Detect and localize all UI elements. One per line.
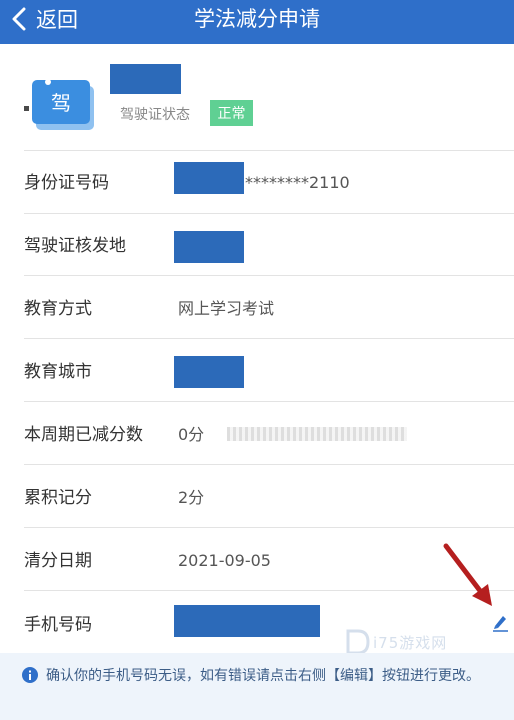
watermark-logo-icon [346, 629, 370, 655]
accumulated-points-label: 累积记分 [24, 488, 92, 508]
license-icon-char: 驾 [51, 91, 71, 115]
education-method-label: 教育方式 [24, 299, 92, 319]
license-profile: 驾 驾驶证状态 正常 [0, 44, 514, 150]
accumulated-points-value: 2分 [178, 488, 205, 507]
points-reduced-label: 本周期已减分数 [24, 425, 143, 445]
license-issuer-redaction [174, 231, 244, 263]
red-arrow-annotation [443, 543, 492, 606]
license-status-label: 驾驶证状态 [120, 107, 190, 123]
clearing-date-value: 2021-09-05 [178, 551, 271, 570]
divider [24, 275, 514, 276]
watermark-text: i75游戏网 [373, 634, 448, 652]
divider [24, 401, 514, 402]
id-number-value: ********2110 [245, 173, 350, 192]
education-city-label: 教育城市 [24, 362, 92, 382]
info-icon [22, 667, 38, 683]
license-issuer-label: 驾驶证核发地 [24, 236, 126, 256]
points-reduced-value: 0分 [178, 425, 205, 444]
phone-number-redaction [174, 605, 320, 637]
status-badge: 正常 [210, 100, 253, 126]
id-number-label: 身份证号码 [24, 173, 109, 193]
page-title: 学法减分申请 [194, 7, 320, 31]
divider [24, 527, 514, 528]
education-city-redaction [174, 356, 244, 388]
divider [24, 464, 514, 465]
divider [24, 150, 514, 151]
id-number-redaction [174, 162, 244, 194]
divider [24, 338, 514, 339]
education-method-value: 网上学习考试 [178, 299, 275, 318]
name-redaction [110, 64, 181, 94]
notice-text: 确认你的手机号码无误，如有错误请点击右侧【编辑】按钮进行更改。 [46, 668, 480, 684]
clearing-date-label: 清分日期 [24, 551, 92, 571]
pen-edit-icon[interactable] [490, 612, 510, 632]
phone-number-label: 手机号码 [24, 615, 92, 635]
notice-banner: 确认你的手机号码无误，如有错误请点击右侧【编辑】按钮进行更改。 [0, 653, 514, 720]
divider [24, 213, 514, 214]
nav-bar: 返回 学法减分申请 [0, 0, 514, 44]
blurred-content [227, 427, 407, 441]
driver-license-icon: 驾 [24, 79, 94, 130]
